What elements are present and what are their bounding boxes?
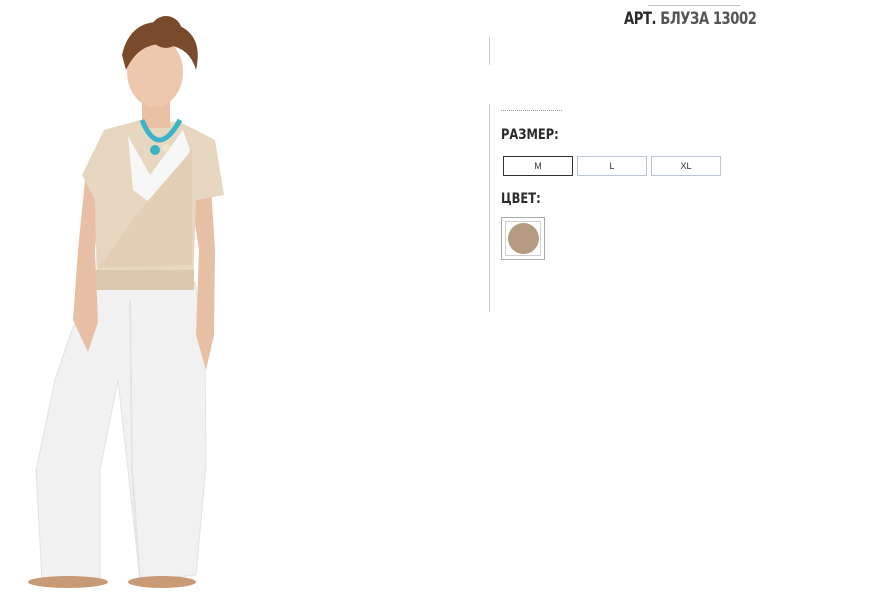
divider-main [489, 104, 490, 312]
color-swatch-frame [505, 221, 541, 256]
color-label: ЦВЕТ: [501, 191, 541, 207]
title-top-rule [648, 5, 740, 6]
size-option-m[interactable]: M [503, 156, 573, 176]
page-title: АРТ. БЛУЗА 13002 [624, 9, 757, 29]
size-label: РАЗМЕР: [501, 127, 559, 143]
size-option-xl[interactable]: XL [651, 156, 721, 176]
size-selector: M L XL [503, 156, 721, 176]
dotted-separator [501, 110, 562, 111]
title-code: БЛУЗА 13002 [660, 9, 757, 29]
color-swatch[interactable] [501, 217, 545, 260]
title-prefix: АРТ. [624, 9, 657, 29]
size-option-l[interactable]: L [577, 156, 647, 176]
divider-top [489, 36, 490, 65]
color-swatch-dot [507, 223, 539, 254]
product-photo [0, 0, 300, 610]
